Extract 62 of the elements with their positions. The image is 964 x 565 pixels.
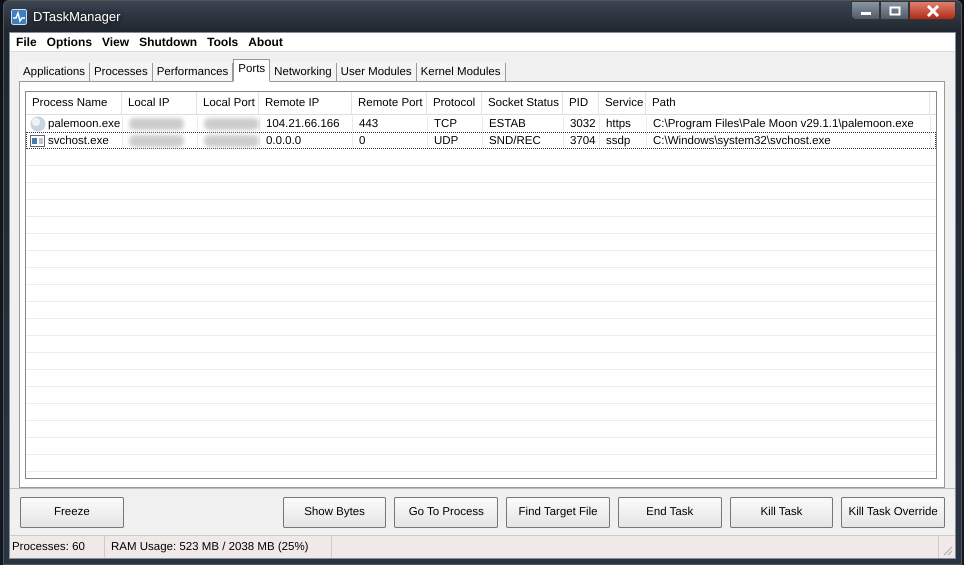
table-cell: 443: [359, 118, 378, 130]
menu-item[interactable]: View: [99, 35, 136, 49]
tab[interactable]: Networking: [270, 63, 337, 81]
globe-icon: [30, 116, 46, 132]
column-header[interactable]: Protocol: [427, 92, 482, 114]
tab[interactable]: User Modules: [336, 63, 417, 81]
maximize-button[interactable]: [880, 1, 909, 20]
column-header[interactable]: PID: [563, 92, 599, 114]
table-cell: TCP: [434, 118, 457, 130]
action-button[interactable]: Kill Task Override: [841, 496, 946, 528]
column-header[interactable]: Local IP: [122, 92, 197, 114]
column-header[interactable]: Path: [646, 92, 930, 114]
status-text: RAM Usage: 523 MB / 2038 MB (25%): [105, 536, 332, 558]
column-header[interactable]: Remote IP: [259, 92, 352, 114]
tab[interactable]: Performances: [152, 63, 234, 81]
column-header[interactable]: Socket Status: [482, 92, 563, 114]
action-button[interactable]: Find Target File: [506, 496, 610, 528]
table-cell: 0: [359, 134, 366, 146]
menu-item[interactable]: Shutdown: [136, 35, 204, 49]
blurred-value: [204, 134, 259, 146]
action-button[interactable]: End Task: [618, 496, 722, 528]
action-button[interactable]: Show Bytes: [282, 496, 386, 528]
table-cell: 0.0.0.0: [266, 134, 302, 146]
column-header[interactable]: Remote Port: [352, 92, 427, 114]
action-button[interactable]: Freeze: [20, 496, 124, 528]
table-cell: C:\Program Files\Pale Moon v29.1.1\palemoon.exe: [653, 118, 914, 130]
pulse-icon: [11, 8, 27, 24]
table-cell: UDP: [434, 134, 458, 146]
table-cell: ESTAB: [489, 118, 526, 130]
window-title: DTaskManager: [33, 9, 120, 24]
table-cell: SND/REC: [489, 134, 541, 146]
action-button[interactable]: Go To Process: [394, 496, 498, 528]
tab[interactable]: Applications: [19, 63, 90, 81]
column-header[interactable]: Service: [599, 92, 646, 114]
table-cell: 3704: [570, 134, 596, 146]
blurred-value: [129, 118, 184, 130]
tab[interactable]: Kernel Modules: [416, 63, 506, 81]
close-button[interactable]: [909, 1, 956, 20]
minimize-button[interactable]: [851, 1, 880, 20]
column-header[interactable]: Process Name: [26, 92, 122, 114]
table-cell: svchost.exe: [48, 134, 109, 146]
table-cell: 104.21.66.166: [266, 118, 340, 130]
table-cell: 3032: [570, 118, 596, 130]
tab[interactable]: Processes: [90, 63, 153, 81]
close-icon: [926, 4, 940, 16]
menu-item[interactable]: Options: [44, 35, 99, 49]
table-cell: palemoon.exe: [48, 118, 120, 130]
resize-grip-icon: [941, 544, 953, 556]
blurred-value: [129, 134, 184, 146]
tab[interactable]: Ports: [233, 59, 270, 82]
table-cell: C:\Windows\system32\svchost.exe: [653, 134, 831, 146]
blurred-value: [204, 118, 259, 130]
minimize-icon: [860, 12, 870, 15]
menu-item[interactable]: File: [13, 35, 44, 49]
action-button[interactable]: Kill Task: [730, 496, 834, 528]
maximize-icon: [888, 6, 902, 16]
column-header[interactable]: Local Port: [197, 92, 259, 114]
menu-item[interactable]: About: [245, 35, 290, 49]
menu-item[interactable]: Tools: [204, 35, 246, 49]
status-text: Processes: 60: [10, 536, 105, 558]
table-cell: https: [606, 118, 631, 130]
table-cell: ssdp: [606, 134, 630, 146]
